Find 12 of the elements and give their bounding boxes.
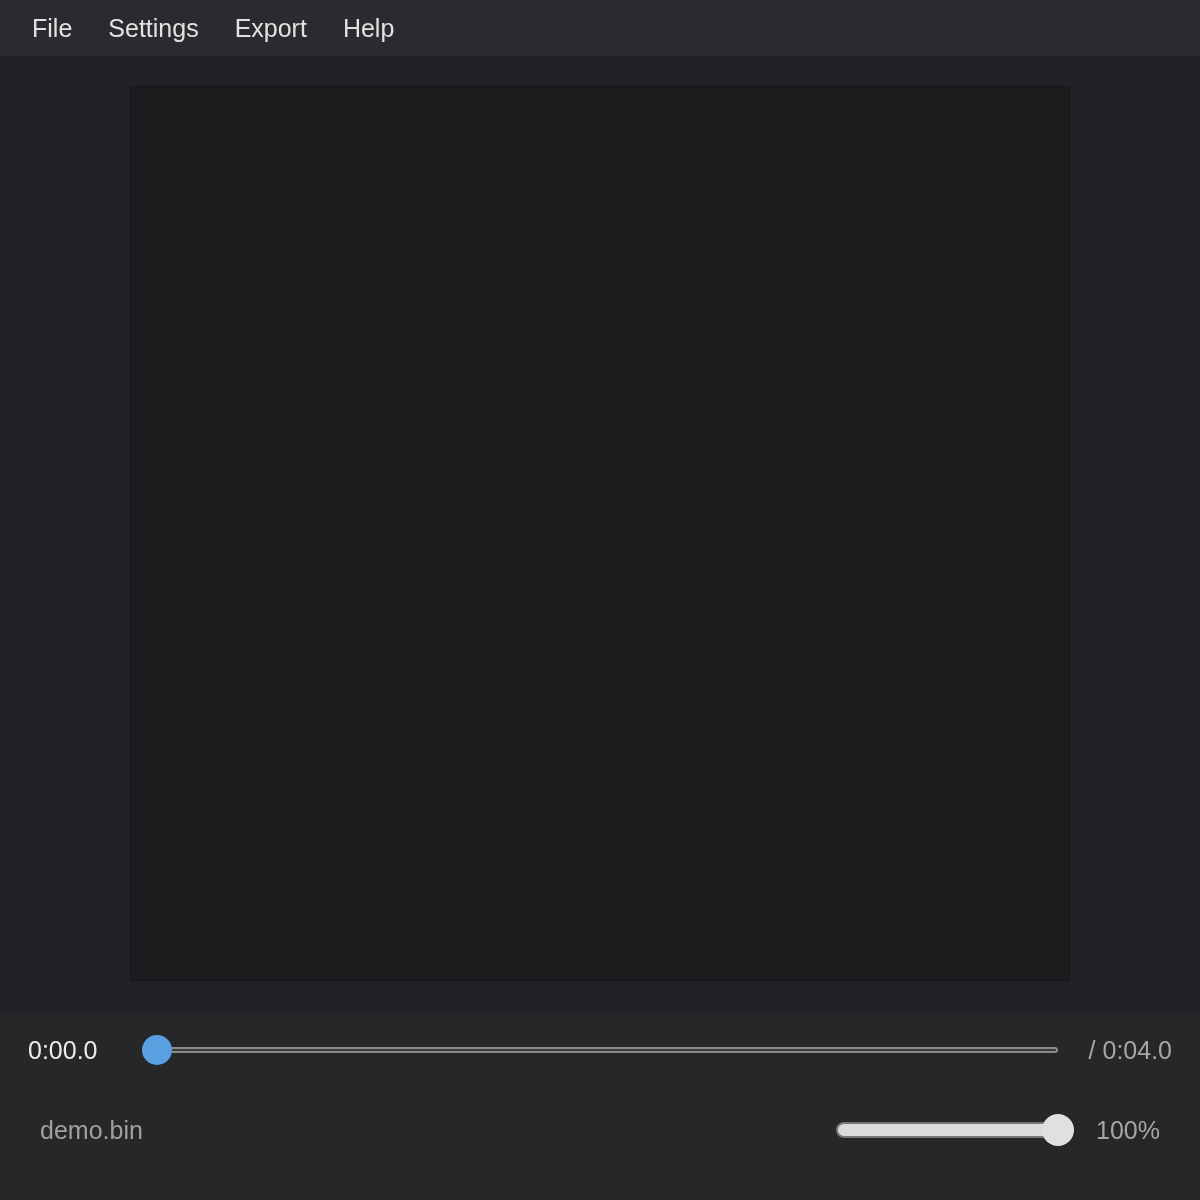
seek-slider[interactable] — [142, 1035, 1058, 1065]
volume-slider[interactable] — [836, 1114, 1075, 1146]
file-name: demo.bin — [40, 1115, 143, 1145]
menu-item[interactable]: Export — [216, 0, 325, 56]
volume-thumb[interactable] — [1042, 1114, 1075, 1146]
volume-reading: 100% — [1096, 1115, 1160, 1145]
seek-thumb[interactable] — [142, 1035, 172, 1065]
menu-item[interactable]: Help — [324, 0, 413, 56]
menu-item[interactable]: File — [14, 0, 91, 56]
menu-item[interactable]: Settings — [90, 0, 217, 56]
current-time: 0:00.0 — [28, 1035, 99, 1065]
duration: / 0:04.0 — [1088, 1035, 1172, 1065]
